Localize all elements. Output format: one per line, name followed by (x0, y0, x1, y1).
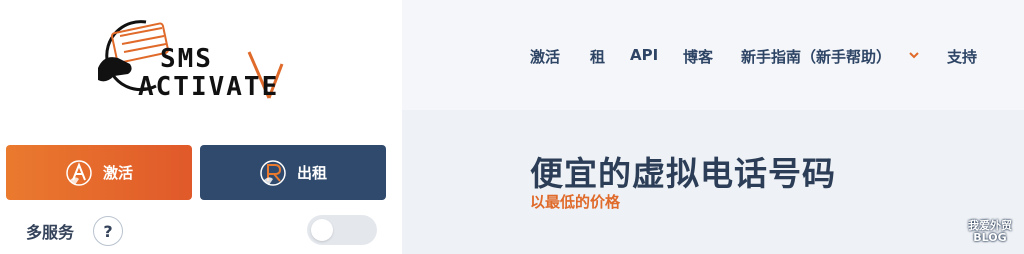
rent-button-label: 出租 (296, 164, 327, 182)
nav-item-rent[interactable]: 租 (590, 46, 605, 67)
nav-activate-label: 激活 (530, 48, 561, 66)
multi-service-label: 多服务 (26, 223, 75, 242)
hero-title: 便宜的虚拟电话号码 (530, 154, 836, 193)
chevron-down-icon[interactable] (907, 48, 921, 62)
nav-guide-label: 新手指南（新手帮助） (741, 48, 892, 66)
logo-text-activate: ACTIVATE (138, 72, 280, 102)
hero-subtitle: 以最低的价格 (530, 193, 621, 211)
main-panel: 激活 租 API 博客 新手指南（新手帮助） 支持 便宜的虚拟电话号码 以最低的… (402, 0, 1024, 254)
toggle-knob (311, 219, 333, 241)
nav-item-activate[interactable]: 激活 (530, 46, 560, 67)
nav-support-label: 支持 (947, 48, 978, 66)
multi-service-toggle[interactable] (307, 215, 377, 245)
activate-a-icon (65, 159, 93, 187)
nav-item-guide[interactable]: 新手指南（新手帮助） (741, 46, 891, 67)
watermark-line2: BLOG (973, 231, 1007, 244)
rent-button[interactable]: 出租 (200, 145, 386, 200)
help-icon[interactable]: ? (93, 216, 123, 246)
nav-api-label: API (630, 46, 659, 64)
nav-rent-label: 租 (590, 48, 606, 66)
nav-blog-label: 博客 (683, 48, 714, 66)
rent-r-icon (259, 159, 287, 187)
watermark: 我爱外贸 BLOG (968, 220, 1012, 244)
nav-item-blog[interactable]: 博客 (683, 46, 713, 67)
nav-item-support[interactable]: 支持 (947, 46, 977, 67)
sidebar-panel: SMS ACTIVATE 激活 出租 多服务 ? (0, 0, 402, 254)
nav-item-api[interactable]: API (630, 46, 658, 64)
top-nav: 激活 租 API 博客 新手指南（新手帮助） 支持 (402, 0, 1024, 110)
activate-button-label: 激活 (102, 164, 133, 182)
activate-button[interactable]: 激活 (6, 145, 192, 200)
logo-text-sms: SMS (160, 44, 213, 74)
